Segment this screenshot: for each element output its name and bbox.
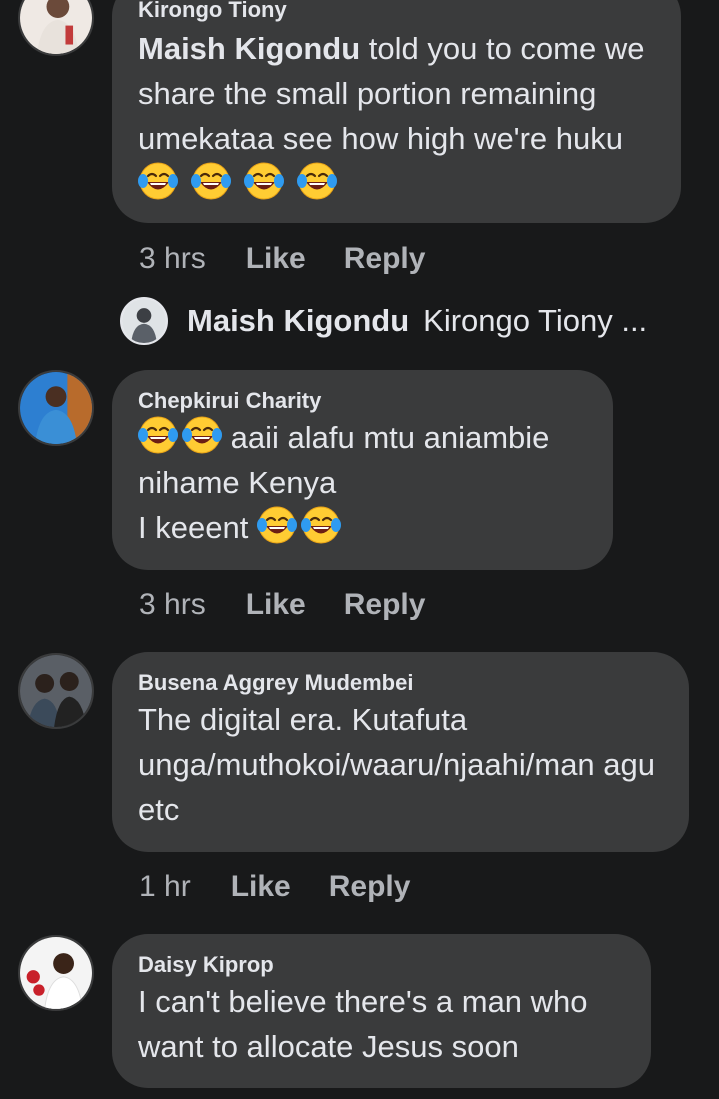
mention[interactable]: Maish Kigondu — [138, 31, 360, 66]
comment-bubble: Busena Aggrey Mudembei The digital era. … — [112, 652, 689, 852]
comment-author[interactable]: Daisy Kiprop — [138, 951, 625, 979]
tears-of-joy-emoji-icon — [297, 161, 337, 201]
reply-button[interactable]: Reply — [329, 869, 411, 905]
comment-author[interactable]: Kirongo Tiony — [138, 0, 655, 24]
reply-button[interactable]: Reply — [344, 241, 426, 277]
comment-author[interactable]: Chepkirui Charity — [138, 387, 587, 415]
comment-meta: 3 hrs Like Reply — [139, 587, 425, 623]
tears-of-joy-emoji-icon — [182, 415, 222, 455]
comment-time[interactable]: 3 hrs — [139, 587, 206, 623]
avatar[interactable] — [18, 0, 94, 56]
comment-text: Maish Kigondu told you to come we share … — [138, 26, 655, 206]
comment-meta: 1 hr Like Reply — [139, 869, 410, 905]
reply-text: Kirongo Tiony ... — [423, 303, 648, 338]
tears-of-joy-emoji-icon — [244, 161, 284, 201]
reply-button[interactable]: Reply — [344, 587, 426, 623]
comment-bubble: Daisy Kiprop I can't believe there's a m… — [112, 934, 651, 1088]
tears-of-joy-emoji-icon — [138, 161, 178, 201]
comment-bubble: Kirongo Tiony Maish Kigondu told you to … — [112, 0, 681, 223]
comment-text: The digital era. Kutafuta unga/muthokoi/… — [138, 702, 656, 827]
tears-of-joy-emoji-icon — [301, 505, 341, 545]
avatar — [120, 297, 168, 345]
tears-of-joy-emoji-icon — [191, 161, 231, 201]
avatar[interactable] — [18, 935, 94, 1011]
tears-of-joy-emoji-icon — [138, 415, 178, 455]
reply-preview[interactable]: Maish Kigondu Kirongo Tiony ... — [120, 296, 647, 346]
reply-author[interactable]: Maish Kigondu — [187, 303, 409, 339]
tears-of-joy-emoji-icon — [257, 505, 297, 545]
like-button[interactable]: Like — [246, 587, 306, 623]
like-button[interactable]: Like — [246, 241, 306, 277]
avatar[interactable] — [18, 370, 94, 446]
like-button[interactable]: Like — [231, 869, 291, 905]
comment-bubble: Chepkirui Charity aaii alafu mtu aniambi… — [112, 370, 613, 570]
comment-meta: 3 hrs Like Reply — [139, 241, 425, 277]
comment-text: aaii alafu mtu aniambie nihame Kenya I ke… — [138, 415, 587, 550]
comment-time[interactable]: 3 hrs — [139, 241, 206, 277]
comment-time[interactable]: 1 hr — [139, 869, 191, 905]
comment-body: I keeent — [138, 510, 257, 545]
comment-text: I can't believe there's a man who want t… — [138, 984, 588, 1064]
avatar[interactable] — [18, 653, 94, 729]
comment-author[interactable]: Busena Aggrey Mudembei — [138, 669, 663, 697]
